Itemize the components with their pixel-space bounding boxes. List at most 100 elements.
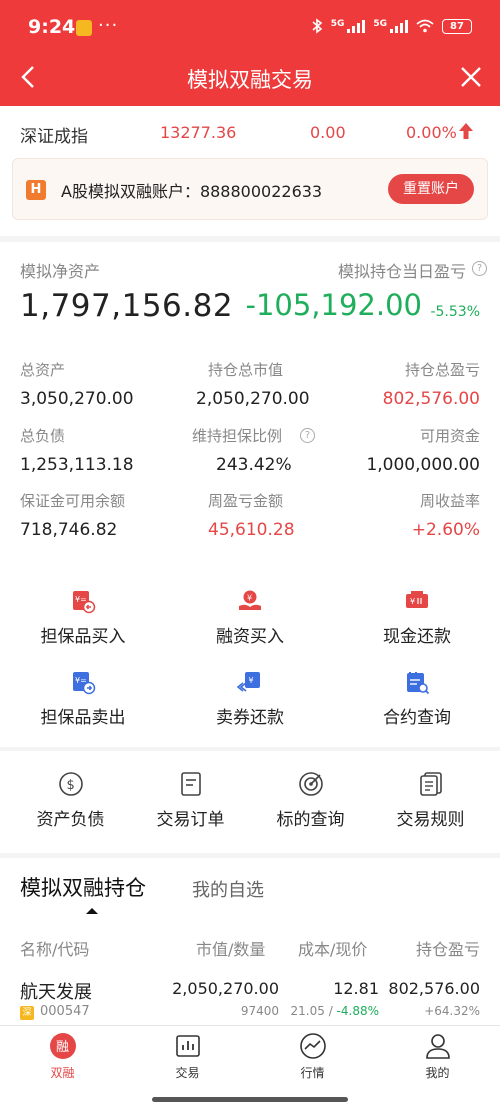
weekly-return-value: +2.60% <box>411 520 480 540</box>
trade-orders-button[interactable]: 交易订单 <box>128 771 253 830</box>
collateral-sell-icon: ¥= <box>73 672 96 695</box>
weekly-pl-value: 45,610.28 <box>208 520 295 540</box>
weekly-pl-label: 周盈亏金额 <box>208 492 284 510</box>
col-name-code: 名称/代码 <box>20 940 90 959</box>
margin-available-label: 保证金可用余额 <box>20 492 126 510</box>
trade-rules-button[interactable]: 交易规则 <box>368 771 493 830</box>
svg-text:¥: ¥ <box>410 597 415 606</box>
daily-pl-pct: -5.53% <box>430 304 480 320</box>
tools-row: $ 资产负债 交易订单 标的查询 交易规则 <box>0 751 500 853</box>
stock-name: 航天发展 <box>20 982 92 1003</box>
quantity: 97400 <box>240 1004 279 1018</box>
position-total-pl-label: 持仓总盈亏 <box>404 361 480 379</box>
margin-available-value: 718,746.82 <box>20 520 118 540</box>
cash-repay-button[interactable]: ¥ 现金还款 <box>334 588 500 647</box>
collateral-buy-icon: ¥= <box>73 591 96 614</box>
user-icon <box>425 1034 450 1059</box>
total-assets-value: 3,050,270.00 <box>20 389 134 409</box>
market-badge: 深 <box>20 1006 34 1020</box>
tab-trade[interactable]: 交易 <box>125 1032 250 1081</box>
svg-text:融: 融 <box>56 1040 69 1055</box>
rules-doc-icon <box>419 772 442 796</box>
market-value: 2,050,270.00 <box>172 979 279 998</box>
status-time: 9:24 <box>28 16 76 38</box>
position-pl-pct: +64.32% <box>424 1004 480 1018</box>
price-change-pct: -4.88% <box>336 1004 379 1018</box>
notification-app-icon <box>76 20 92 36</box>
net-asset-label: 模拟净资产 <box>20 262 101 281</box>
position-market-value: 2,050,270.00 <box>196 389 310 409</box>
svg-text:¥: ¥ <box>247 594 252 603</box>
daily-pl-label: 模拟持仓当日盈亏 <box>337 262 466 281</box>
account-logo-icon: H <box>26 180 46 200</box>
target-icon <box>298 772 323 796</box>
help-icon[interactable]: ? <box>300 428 315 443</box>
sell-repay-button[interactable]: ¥ 卖券还款 <box>167 669 333 728</box>
available-funds-label: 可用资金 <box>419 427 480 445</box>
col-position-pl: 持仓盈亏 <box>415 940 480 959</box>
battery-icon: 87 <box>442 18 472 34</box>
status-bar: 9:24 ··· 5G 5G 87 <box>0 0 500 50</box>
stock-code: 000547 <box>40 1004 90 1019</box>
collateral-sell-button[interactable]: ¥= 担保品卖出 <box>0 669 166 728</box>
account-card: H A股模拟双融账户：888800022633 重置账户 <box>12 158 488 220</box>
holdings-section: 模拟双融持仓 我的自选 名称/代码 市值/数量 成本/现价 持仓盈亏 航天发展 … <box>0 858 500 1028</box>
wifi-icon <box>416 19 434 33</box>
maintenance-ratio-value: 243.42% <box>216 455 292 475</box>
status-icons: 5G 5G 87 <box>311 18 472 34</box>
index-change: 0.00 <box>310 123 346 142</box>
asset-summary: 模拟净资产 1,797,156.82 模拟持仓当日盈亏 ? -105,192.0… <box>0 242 500 747</box>
contract-query-button[interactable]: 合约查询 <box>334 669 500 728</box>
tab-mine[interactable]: 我的 <box>375 1032 500 1081</box>
tab-market[interactable]: 行情 <box>250 1032 375 1081</box>
market-trend-icon <box>299 1033 326 1059</box>
chart-bars-icon <box>175 1035 200 1057</box>
position-total-pl-value: 802,576.00 <box>382 389 480 409</box>
header: 9:24 ··· 5G 5G 87 模拟双融交易 <box>0 0 500 106</box>
close-icon[interactable] <box>456 62 486 92</box>
order-doc-icon <box>180 772 201 796</box>
signal-1-icon: 5G <box>331 19 366 33</box>
index-price: 13277.36 <box>160 123 237 142</box>
dollar-circle-icon: $ <box>58 772 83 796</box>
svg-text:$: $ <box>66 778 74 793</box>
position-market-value-label: 持仓总市值 <box>208 361 284 379</box>
tab-rong[interactable]: 融 双融 <box>0 1032 125 1081</box>
cash-repay-icon: ¥ <box>406 591 428 608</box>
position-pl: 802,576.00 <box>388 979 480 998</box>
col-cost-price: 成本/现价 <box>298 940 368 959</box>
contract-query-icon <box>407 672 430 695</box>
daily-pl-value: -105,192.00 <box>245 288 422 322</box>
current-price: 21.05 / -4.88% <box>290 1004 379 1018</box>
home-indicator[interactable] <box>152 1097 348 1102</box>
margin-buy-icon: ¥ <box>239 590 261 610</box>
available-funds-value: 1,000,000.00 <box>366 455 480 475</box>
total-assets-label: 总资产 <box>20 361 66 379</box>
more-notifications-icon: ··· <box>98 15 119 36</box>
signal-2-icon: 5G <box>373 19 408 33</box>
bluetooth-icon <box>312 18 322 34</box>
rong-icon: 融 <box>49 1033 76 1059</box>
up-arrow-icon <box>459 123 473 139</box>
net-asset-value: 1,797,156.82 <box>20 288 234 324</box>
index-name: 深证成指 <box>20 127 88 147</box>
target-query-button[interactable]: 标的查询 <box>248 771 373 830</box>
maintenance-ratio-label: 维持担保比例 <box>192 427 283 445</box>
reset-account-button[interactable]: 重置账户 <box>388 174 474 204</box>
account-label: A股模拟双融账户：888800022633 <box>61 182 323 201</box>
sell-repay-icon: ¥ <box>237 672 260 692</box>
total-liabilities-value: 1,253,113.18 <box>20 455 134 475</box>
col-value-qty: 市值/数量 <box>196 940 266 959</box>
active-tab-indicator <box>86 908 98 914</box>
cost-price: 12.81 <box>333 979 379 998</box>
asset-liability-button[interactable]: $ 资产负债 <box>8 771 133 830</box>
margin-buy-button[interactable]: ¥ 融资买入 <box>167 588 333 647</box>
svg-text:¥: ¥ <box>249 676 254 685</box>
page-title: 模拟双融交易 <box>187 68 313 92</box>
collateral-buy-button[interactable]: ¥= 担保品买入 <box>0 588 166 647</box>
tab-watchlist[interactable]: 我的自选 <box>192 876 264 902</box>
tab-holdings[interactable]: 模拟双融持仓 <box>20 872 146 902</box>
help-icon[interactable]: ? <box>472 261 487 276</box>
index-change-pct: 0.00% <box>406 123 457 142</box>
index-ticker[interactable]: 深证成指 13277.36 0.00 0.00% H A股模拟双融账户：8888… <box>0 106 500 236</box>
